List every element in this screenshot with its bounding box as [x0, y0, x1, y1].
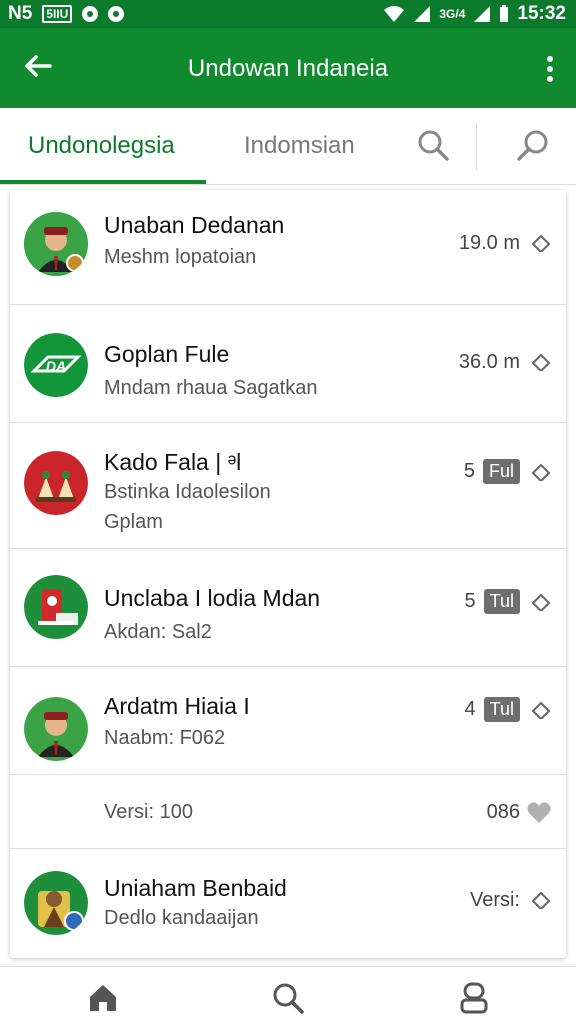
list-item[interactable]: Unclaba I lodia Mdan Akdan: Sal2 5 Tul	[10, 549, 566, 667]
person-avatar	[24, 697, 88, 761]
item-value: Versi:	[469, 889, 520, 911]
person-avatar	[24, 212, 88, 276]
tab-bar: Undonolegsia Indomsian	[0, 108, 576, 185]
tab-active[interactable]: Undonolegsia	[28, 132, 175, 160]
device-avatar	[24, 575, 88, 639]
chevron-up-icon[interactable]	[530, 697, 552, 719]
list-item[interactable]: Ardatm Hiaia I Naabm: F062 4 Tul	[10, 667, 566, 775]
cell-signal-icon-2	[474, 6, 491, 22]
chevron-up-icon[interactable]	[530, 589, 552, 611]
list-item[interactable]: Uniaham Benbaid Dedlo kandaaijan Versi:	[10, 849, 566, 958]
item-value: 19.0 m	[458, 232, 520, 254]
version-text: Versi: 100	[104, 801, 193, 823]
search-nav-icon[interactable]	[271, 981, 305, 1015]
app-bar: Undowan Indaneia	[0, 28, 576, 108]
item-subtitle: Naabm: F062	[104, 727, 226, 749]
logo-avatar: DA	[24, 333, 88, 397]
home-icon[interactable]	[86, 981, 120, 1015]
tab-inactive[interactable]: Indomsian	[244, 132, 355, 160]
item-count: 4	[464, 698, 476, 720]
item-subtitle: Akdan: Sal2	[104, 621, 212, 643]
item-name: Goplan Fule	[104, 341, 230, 367]
list-item[interactable]: DA Goplan Fule Mndam rhaua Sagatkan 36.0…	[10, 305, 566, 423]
list-item[interactable]: Kado Fala | ᵊl Bstinka Idaolesilon Gplam…	[10, 423, 566, 549]
status-left-text: N5	[8, 3, 33, 24]
item-subtitle-2: Gplam	[104, 511, 163, 533]
tab-indicator	[0, 180, 206, 184]
results-list: Unaban Dedanan Meshm lopatoian 19.0 m DA…	[10, 190, 566, 958]
list-item[interactable]: Unaban Dedanan Meshm lopatoian 19.0 m	[10, 190, 566, 305]
more-vert-icon[interactable]	[542, 54, 558, 86]
heart-icon[interactable]	[526, 801, 552, 825]
search-alt-icon[interactable]	[516, 128, 550, 162]
item-value: 5 Ful	[464, 459, 520, 484]
item-name: Unaban Dedanan	[104, 212, 285, 238]
chevron-up-icon[interactable]	[530, 230, 552, 252]
app-title: Undowan Indaneia	[187, 55, 389, 82]
svg-text:DA: DA	[46, 358, 66, 374]
search-icon[interactable]	[416, 128, 450, 162]
battery-icon	[500, 5, 509, 22]
item-value: 4 Tul	[465, 697, 520, 722]
item-subtitle: Dedlo kandaaijan	[104, 907, 259, 929]
status-left-box: 5IIU	[42, 5, 73, 23]
item-name: Uniaham Benbaid	[104, 875, 287, 901]
item-badge: Ful	[482, 459, 520, 484]
item-name: Unclaba I lodia Mdan	[104, 585, 321, 611]
status-bar: N5 5IIU 3G/4 15:32	[0, 0, 576, 28]
item-count: 5	[464, 590, 476, 612]
tab-divider	[476, 124, 477, 170]
item-count: 5	[463, 460, 475, 482]
likes-count: 086	[486, 801, 520, 823]
clock: 15:32	[517, 3, 566, 24]
item-name: Ardatm Hiaia I	[104, 693, 250, 719]
chevron-up-icon[interactable]	[530, 459, 552, 481]
cell-signal-icon	[414, 6, 431, 22]
notification-icon	[82, 6, 99, 22]
chevron-up-icon[interactable]	[530, 349, 552, 371]
wifi-icon	[384, 6, 405, 22]
item-name: Kado Fala | ᵊl	[104, 449, 242, 475]
item-subtitle: Meshm lopatoian	[104, 246, 257, 268]
item-value: 36.0 m	[458, 351, 520, 373]
item-badge: Tul	[483, 589, 520, 614]
profile-icon[interactable]	[457, 981, 491, 1015]
network-type: 3G/4	[439, 7, 466, 21]
figure-avatar	[24, 871, 88, 935]
item-value: 5 Tul	[465, 589, 520, 614]
decor-avatar	[24, 451, 88, 515]
version-row: Versi: 100 086	[10, 775, 566, 849]
item-subtitle: Mndam rhaua Sagatkan	[104, 377, 318, 399]
item-badge: Tul	[483, 697, 520, 722]
bottom-nav	[0, 966, 576, 1025]
item-subtitle: Bstinka Idaolesilon	[104, 481, 271, 503]
notification-icon-2	[108, 6, 125, 22]
chevron-up-icon[interactable]	[530, 887, 552, 909]
